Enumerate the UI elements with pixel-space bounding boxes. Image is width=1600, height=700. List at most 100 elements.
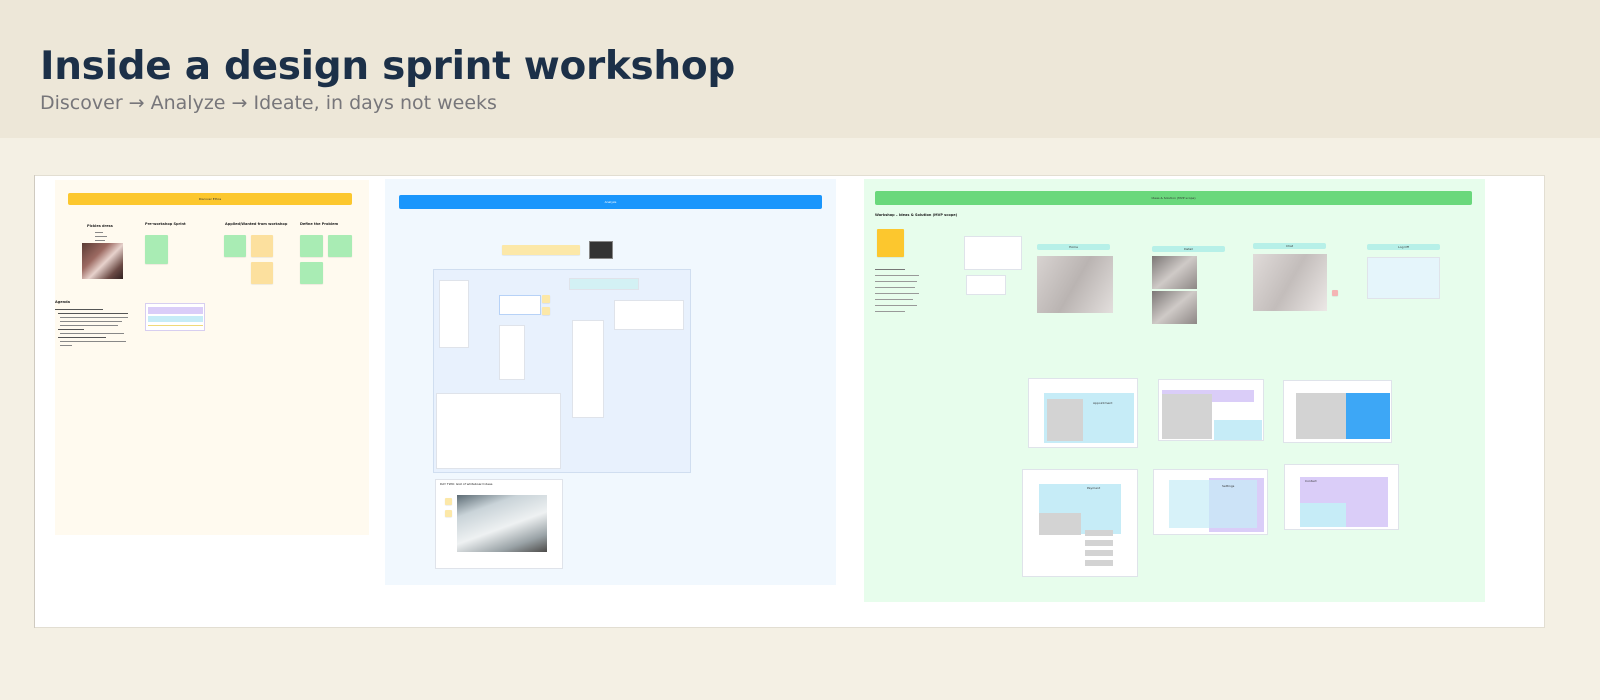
card-label: Appointment [1093,401,1113,405]
column-label-logoff: Log Off [1367,244,1440,250]
sticky-note[interactable] [251,262,273,284]
grid-cell [148,316,203,322]
agenda-line [58,313,128,314]
screen-thumbnail[interactable] [499,295,541,315]
sketch-photo[interactable] [1152,256,1197,289]
agenda-line [60,345,72,346]
notes-line [875,269,905,270]
screen-thumbnail[interactable] [499,325,525,380]
sticky-note[interactable] [877,229,904,257]
sticky-note[interactable] [328,235,352,257]
sticky-note[interactable] [542,307,550,315]
wireframe-card[interactable]: Appointment [1028,378,1138,448]
workshop-photo[interactable] [589,241,613,259]
whiteboard-photo[interactable] [457,495,547,552]
column-label-detail: Detail [1152,246,1225,252]
panel [1162,394,1212,439]
discover-section-bar[interactable]: Discover Ethos [68,193,352,205]
sketch-photo[interactable] [1152,291,1197,324]
panel [1346,393,1390,439]
screen-thumbnail[interactable] [966,275,1006,295]
agenda-line [60,317,128,318]
photo-caption: DAY TWO: Gist of whiteboard ideas [440,482,493,486]
workshop-title: Workshop – Ideas & Solution (MVP scope) [875,213,958,217]
notes-line [875,293,919,294]
analyze-section[interactable]: Analyze DAY TWO: Gist of whiteboard idea… [385,179,836,585]
sticky-note[interactable] [251,235,273,257]
page-header: Inside a design sprint workshop Discover… [0,0,1600,138]
column-label-home: Home [1037,244,1110,250]
panel [1296,393,1346,439]
wireframe-card[interactable]: Settings [1153,469,1268,535]
agenda-line [58,329,84,330]
screen-thumbnail[interactable] [439,280,469,348]
card-label: Payment [1087,486,1101,490]
sticky-note[interactable] [300,262,323,284]
screen-thumbnail[interactable] [614,300,684,330]
panel [1047,399,1083,441]
panel [1300,503,1346,527]
screen-thumbnail[interactable] [436,393,561,469]
research-list-line [95,240,105,241]
agenda-line [60,341,126,342]
discover-section[interactable]: Discover Ethos Pickles dress Pre-worksho… [55,180,369,535]
panel [1039,513,1081,535]
ideate-section[interactable]: Ideas & Solution (MVP scope) Workshop – … [864,179,1485,602]
analysis-board[interactable] [433,269,691,473]
persona-grid[interactable] [145,303,205,331]
whiteboard-canvas[interactable]: Discover Ethos Pickles dress Pre-worksho… [34,175,1545,628]
column-heading-define: Define the Problem [300,222,339,226]
agenda-title: Agenda [55,300,70,304]
research-list-line [95,232,103,233]
whiteboard-photo-card[interactable]: DAY TWO: Gist of whiteboard ideas [435,479,563,569]
notes-line [875,311,905,312]
wireframe-card[interactable] [1283,380,1392,443]
grid-cell [148,307,203,314]
agenda-line [58,337,106,338]
screen-thumbnail[interactable] [569,278,639,290]
sticky-note[interactable] [542,295,550,303]
screen-thumbnail[interactable] [1367,257,1440,299]
option-block [1085,560,1113,566]
analyze-section-bar[interactable]: Analyze [399,195,822,209]
notes-line [875,287,915,288]
sticky-note[interactable] [224,235,246,257]
sticky-note[interactable] [145,235,168,264]
workshop-photo[interactable] [82,243,123,279]
option-block [1085,550,1113,556]
column-heading-pre-workshop: Pre-workshop Sprint [145,222,186,226]
sketch-photo[interactable] [1253,254,1327,311]
wireframe-card[interactable]: Payment [1022,469,1138,577]
sketch-photo[interactable] [1037,256,1113,313]
agenda-line [60,333,124,334]
agenda-line [55,309,103,310]
sticky-note[interactable] [502,245,580,255]
agenda-line [60,321,122,322]
research-list-line [95,236,107,237]
column-heading-applied: Applied/Wanted from workshop [225,222,288,226]
sticky-note[interactable] [1332,290,1338,296]
page-subtitle: Discover → Analyze → Ideate, in days not… [40,92,497,114]
ideate-section-bar[interactable]: Ideas & Solution (MVP scope) [875,191,1472,205]
wireframe-card[interactable] [1158,379,1264,441]
panel [1169,480,1257,528]
research-heading: Pickles dress [87,224,113,228]
page-title: Inside a design sprint workshop [40,44,736,89]
notes-line [875,305,917,306]
board-edge [34,175,35,628]
notes-line [875,299,913,300]
panel [1214,420,1262,440]
wireframe-card[interactable]: Contact [1284,464,1399,530]
sticky-note[interactable] [300,235,323,257]
agenda-line [60,325,118,326]
sticky-note[interactable] [445,510,452,517]
option-block [1085,540,1113,546]
grid-line [148,325,203,326]
screen-thumbnail[interactable] [964,236,1022,270]
sticky-note[interactable] [445,498,452,505]
card-label: Settings [1222,484,1235,488]
notes-line [875,281,917,282]
screen-thumbnail[interactable] [572,320,604,418]
notes-line [875,275,919,276]
option-block [1085,530,1113,536]
